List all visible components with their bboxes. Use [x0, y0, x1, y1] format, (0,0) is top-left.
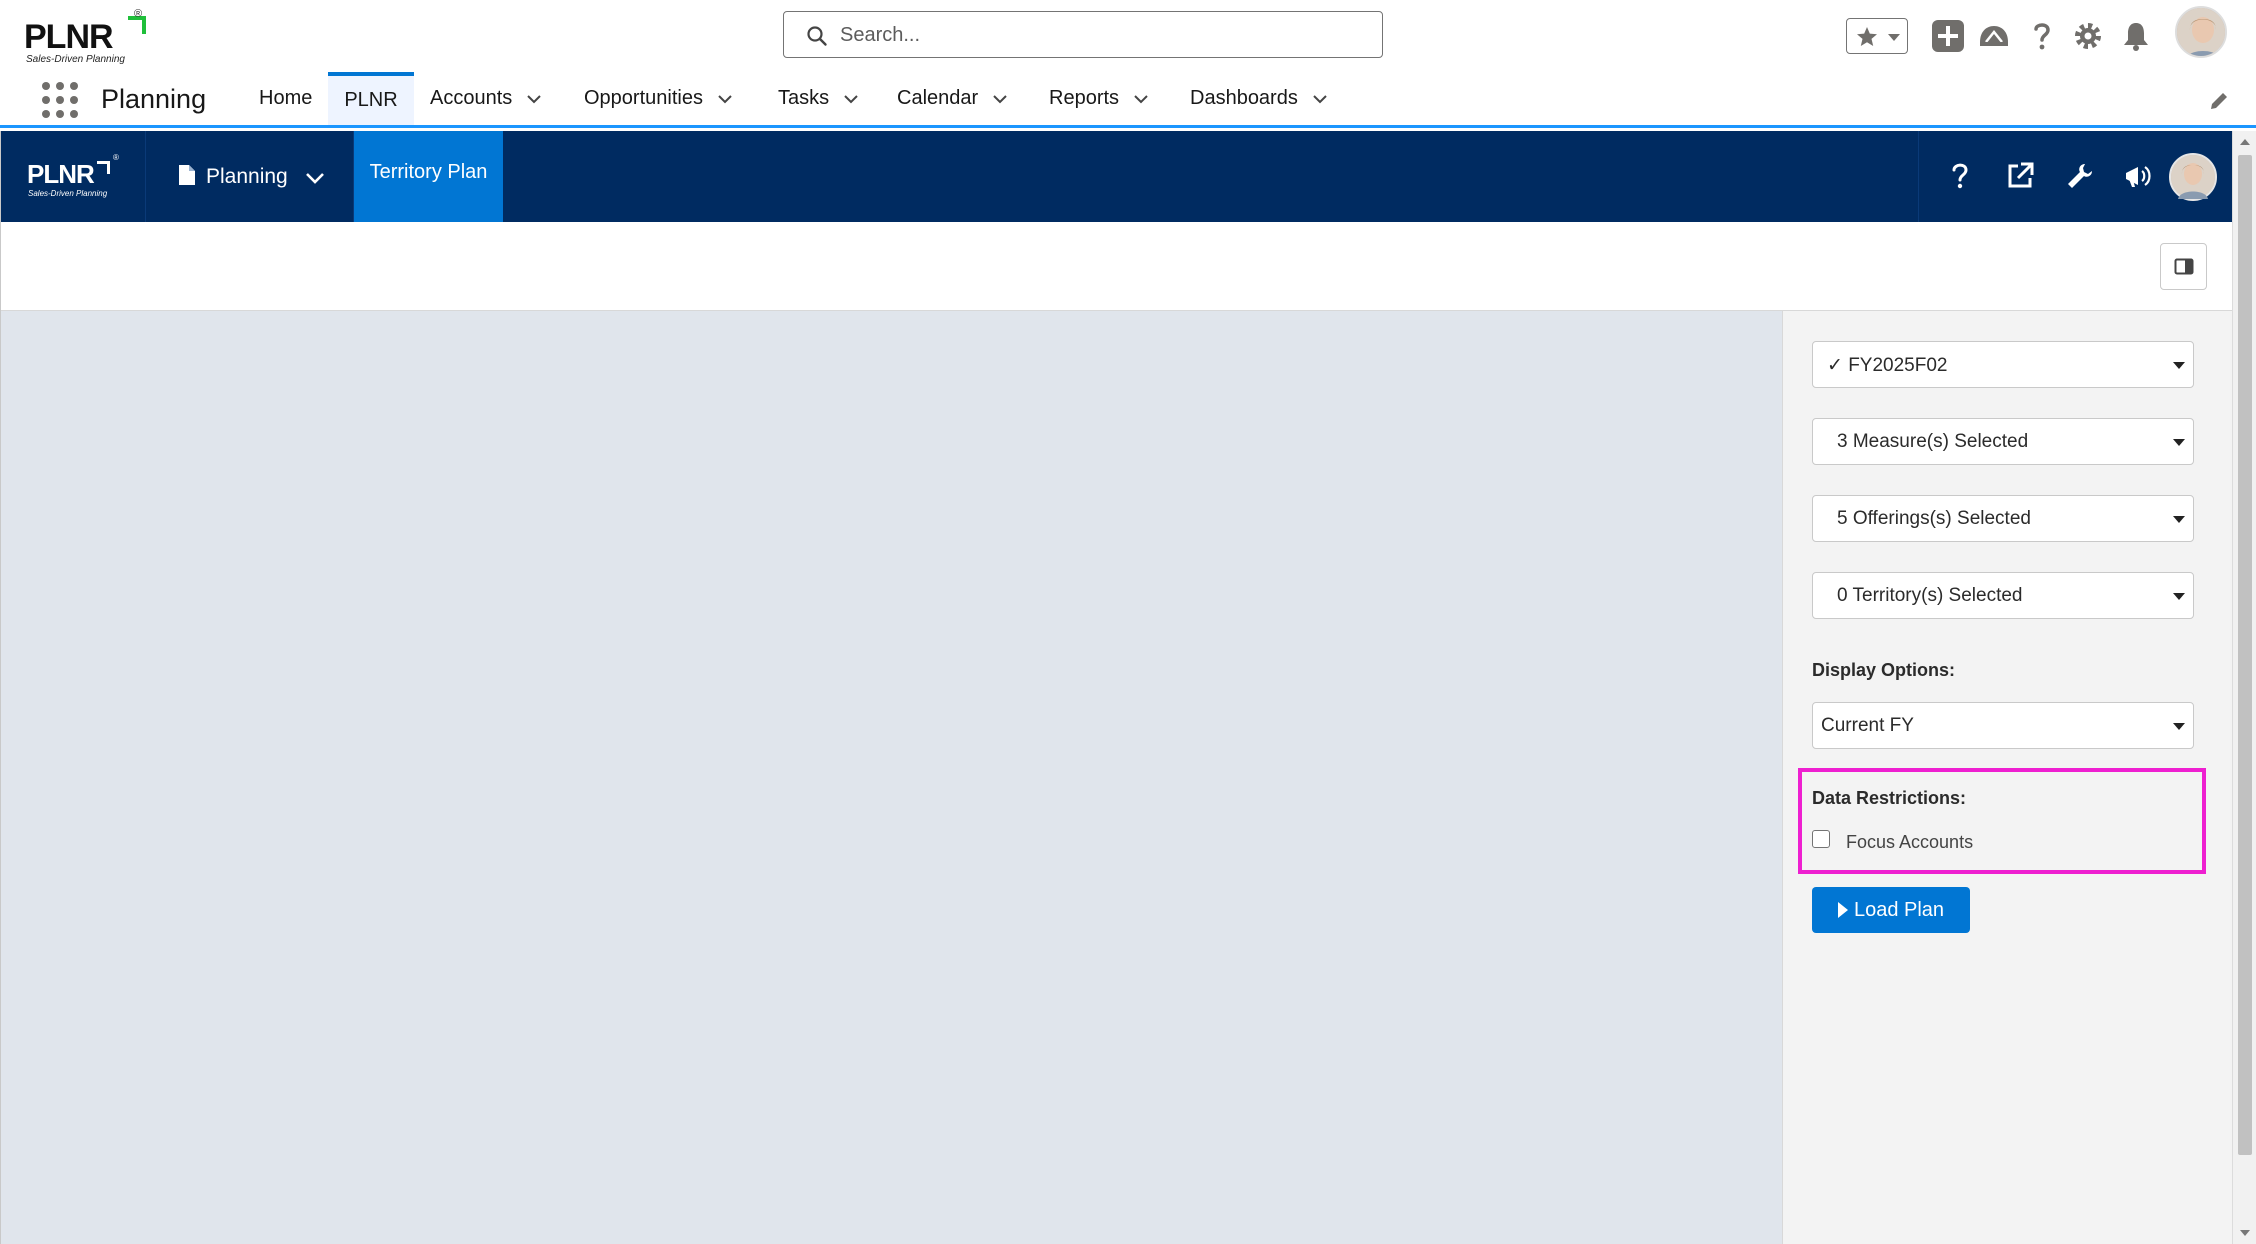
- chevron-down-icon: [306, 173, 324, 184]
- app-header: PLNR ® Sales-Driven Planning Planning Te…: [1, 131, 2233, 222]
- plan-content-area: [1, 311, 1782, 1244]
- chevron-down-icon[interactable]: [1312, 91, 1328, 107]
- focus-accounts-checkbox[interactable]: [1812, 830, 1830, 848]
- app-logo-wordmark: PLNR: [27, 159, 95, 189]
- app-header-actions: [1918, 131, 2233, 222]
- scrollbar-thumb[interactable]: [2238, 155, 2252, 1155]
- global-search-box[interactable]: [783, 11, 1383, 58]
- territory-select-value: 0 Territory(s) Selected: [1837, 585, 2023, 606]
- setup-gear-icon[interactable]: [2070, 18, 2106, 54]
- chevron-down-icon[interactable]: [992, 91, 1008, 107]
- load-plan-button[interactable]: Load Plan: [1812, 887, 1970, 933]
- favorites-menu-chevron-icon[interactable]: [1887, 33, 1901, 43]
- caret-down-icon: [2173, 439, 2185, 446]
- caret-down-icon: [2173, 723, 2185, 730]
- offerings-select-value: 5 Offerings(s) Selected: [1837, 508, 2031, 529]
- app-name: Planning: [101, 84, 207, 114]
- nav-item-label: Opportunities: [584, 87, 703, 109]
- period-select-value: ✓ FY2025F02: [1827, 355, 1948, 376]
- play-icon: [1837, 902, 1848, 918]
- trailhead-icon[interactable]: [1976, 18, 2012, 54]
- scroll-up-arrow-icon[interactable]: [2240, 139, 2250, 145]
- user-photo-icon: [2177, 8, 2225, 56]
- nav-item-accounts[interactable]: Accounts: [430, 72, 542, 125]
- favorites-button[interactable]: [1846, 18, 1908, 54]
- external-link-icon[interactable]: [2005, 161, 2035, 191]
- nav-item-home[interactable]: Home: [259, 72, 312, 125]
- caret-down-icon: [2173, 593, 2185, 600]
- nav-item-label: Home: [259, 87, 313, 109]
- logo-registered-mark: ®: [134, 8, 143, 20]
- measures-select[interactable]: 3 Measure(s) Selected: [1812, 418, 2194, 465]
- nav-item-label: Accounts: [430, 87, 513, 109]
- planning-menu[interactable]: Planning: [146, 131, 354, 222]
- chevron-down-icon[interactable]: [1133, 91, 1149, 107]
- nav-item-label: Calendar: [897, 87, 979, 109]
- notifications-bell-icon[interactable]: [2118, 18, 2154, 54]
- logo-wordmark: PLNR: [24, 18, 114, 56]
- nav-item-label: Reports: [1049, 87, 1120, 109]
- app-scrollbar[interactable]: [2232, 131, 2256, 1244]
- user-avatar[interactable]: [2175, 6, 2227, 58]
- nav-item-label: PLNR: [344, 89, 398, 111]
- nav-item-label: Dashboards: [1190, 87, 1298, 109]
- app-logo-corner-mark: [97, 161, 110, 174]
- display-options-label: Display Options:: [1812, 660, 1956, 680]
- global-header: PLNR ® Sales-Driven Planning: [0, 0, 2256, 72]
- caret-down-icon: [2173, 516, 2185, 523]
- edit-nav-pencil-icon[interactable]: [2208, 90, 2230, 112]
- offerings-select[interactable]: 5 Offerings(s) Selected: [1812, 495, 2194, 542]
- tab-territory-plan[interactable]: Territory Plan: [354, 131, 503, 222]
- nav-item-calendar[interactable]: Calendar: [897, 72, 1008, 125]
- scroll-down-arrow-icon[interactable]: [2240, 1230, 2250, 1236]
- favorites-star-icon: [1857, 27, 1877, 46]
- measures-select-value: 3 Measure(s) Selected: [1837, 431, 2029, 452]
- plan-settings-panel: ✓ FY2025F02 3 Measure(s) Selected 5 Offe…: [1782, 311, 2233, 1244]
- data-restrictions-label: Data Restrictions:: [1812, 788, 1967, 808]
- help-icon[interactable]: [2024, 18, 2060, 54]
- user-photo-icon: [2171, 155, 2215, 199]
- nav-item-plnr[interactable]: PLNR: [328, 72, 414, 125]
- nav-item-opportunities[interactable]: Opportunities: [584, 72, 733, 125]
- caret-down-icon: [2173, 362, 2185, 369]
- wrench-icon[interactable]: [2065, 161, 2095, 191]
- planning-menu-label: Planning: [206, 165, 288, 188]
- side-panel-icon: [2174, 258, 2194, 275]
- help-icon[interactable]: [1947, 161, 1973, 191]
- display-options-select[interactable]: Current FY: [1812, 702, 2194, 749]
- app-toolbar: [1, 222, 2233, 311]
- data-restrictions-highlight: [1798, 768, 2206, 874]
- chevron-down-icon[interactable]: [717, 91, 733, 107]
- nav-item-reports[interactable]: Reports: [1049, 72, 1149, 125]
- nav-item-tasks[interactable]: Tasks: [778, 72, 859, 125]
- toggle-side-panel-button[interactable]: [2160, 243, 2207, 290]
- focus-accounts-label[interactable]: Focus Accounts: [1846, 832, 1973, 853]
- plnr-app-frame: PLNR ® Sales-Driven Planning Planning Te…: [0, 131, 2233, 1244]
- app-user-avatar[interactable]: [2169, 153, 2217, 201]
- nav-item-label: Tasks: [778, 87, 830, 109]
- period-select[interactable]: ✓ FY2025F02: [1812, 341, 2194, 388]
- chevron-down-icon[interactable]: [526, 91, 542, 107]
- nav-item-dashboards[interactable]: Dashboards: [1190, 72, 1328, 125]
- chevron-down-icon[interactable]: [843, 91, 859, 107]
- app-navigation-bar: Planning Home PLNR Accounts Opportunitie…: [0, 72, 2256, 128]
- territory-select[interactable]: 0 Territory(s) Selected: [1812, 572, 2194, 619]
- global-search-input[interactable]: [840, 22, 1360, 48]
- add-icon[interactable]: [1930, 18, 1966, 54]
- plnr-logo[interactable]: PLNR ® Sales-Driven Planning: [24, 8, 149, 68]
- announcement-icon[interactable]: [2123, 161, 2153, 191]
- app-logo[interactable]: PLNR ® Sales-Driven Planning: [1, 131, 146, 222]
- app-logo-registered-mark: ®: [113, 153, 119, 162]
- app-launcher-icon[interactable]: [42, 82, 78, 118]
- logo-tagline: Sales-Driven Planning: [26, 54, 125, 65]
- document-icon: [179, 165, 195, 185]
- tab-label: Territory Plan: [369, 161, 488, 183]
- load-plan-label: Load Plan: [1853, 898, 1945, 921]
- display-options-value: Current FY: [1821, 715, 1914, 736]
- app-logo-tagline: Sales-Driven Planning: [28, 189, 108, 198]
- search-icon: [807, 26, 827, 46]
